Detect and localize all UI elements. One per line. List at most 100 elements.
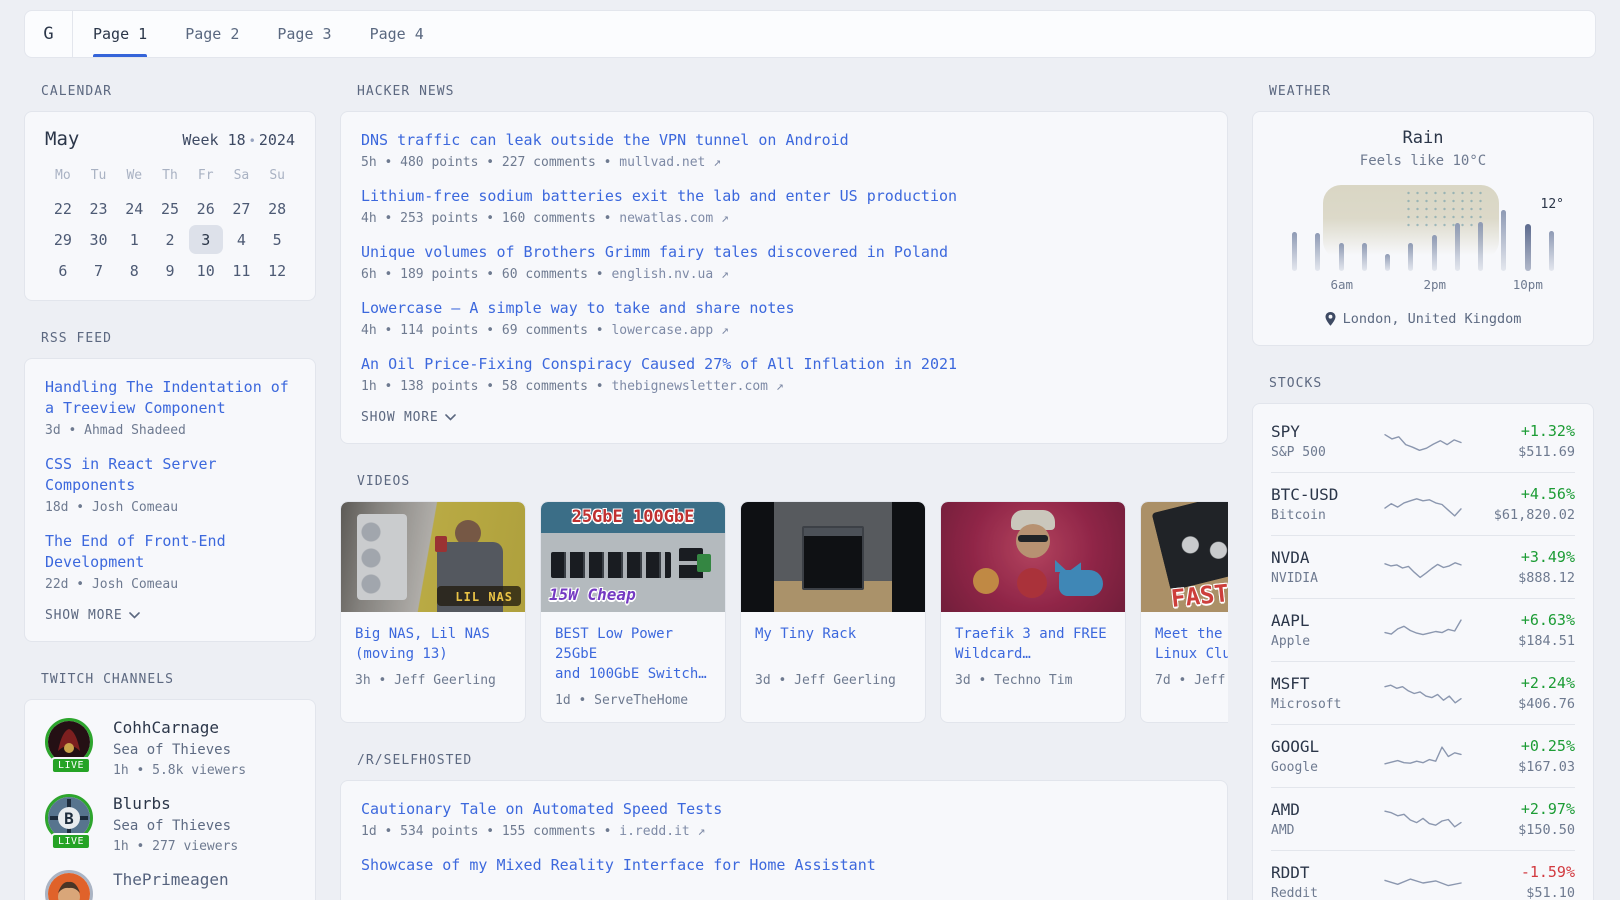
weather-bars — [1292, 185, 1554, 271]
tab-page-1[interactable]: Page 1 — [93, 11, 147, 57]
stock-row[interactable]: AMD AMD +2.97% $150.50 — [1271, 787, 1575, 850]
hn-item-title[interactable]: DNS traffic can leak outside the VPN tun… — [361, 130, 1207, 151]
twitch-channel-row[interactable]: LIVE CohhCarnage Sea of Thieves 1h • 5.8… — [45, 718, 295, 778]
stock-change: +2.97% — [1465, 800, 1575, 818]
videos-section-label: VIDEOS — [340, 474, 1228, 489]
stock-name: NVIDIA — [1271, 571, 1381, 586]
stock-row[interactable]: BTC-USDBitcoin +4.56%$61,820.02 — [1271, 472, 1575, 535]
video-title[interactable]: Meet the Linux Clu — [1155, 624, 1228, 664]
reddit-item-title[interactable]: Showcase of my Mixed Reality Interface f… — [361, 855, 1207, 876]
twitch-section-label: TWITCH CHANNELS — [24, 672, 316, 687]
twitch-channel-info: ThePrimeagen — [113, 870, 229, 900]
rss-item-title[interactable]: CSS in React Server Components — [45, 454, 295, 496]
twitch-channel-meta: 1h • 5.8k viewers — [113, 763, 246, 778]
hn-item-domain-link[interactable]: english.nv.ua ↗ — [611, 267, 728, 282]
twitch-channel-name[interactable]: CohhCarnage — [113, 718, 246, 737]
stock-price: $511.69 — [1465, 444, 1575, 460]
stock-name: Microsoft — [1271, 697, 1381, 712]
video-thumbnail[interactable] — [741, 502, 925, 612]
hn-show-more-button[interactable]: SHOW MORE — [361, 410, 1207, 425]
video-title[interactable]: Traefik 3 and FREE Wildcard… — [955, 624, 1111, 664]
weather-bar — [1549, 231, 1554, 271]
stock-symbol: NVDA — [1271, 548, 1381, 567]
hn-item-domain-link[interactable]: lowercase.app ↗ — [611, 323, 728, 338]
calendar-day: 10 — [188, 255, 224, 286]
video-title[interactable]: Big NAS, Lil NAS (moving 13) — [355, 624, 511, 664]
docker-whale-shape — [1059, 570, 1103, 596]
reddit-item: Showcase of my Mixed Reality Interface f… — [361, 855, 1207, 876]
stock-price: $184.51 — [1465, 633, 1575, 649]
live-badge: LIVE — [51, 833, 91, 850]
twitch-channel-row[interactable]: ThePrimeagen — [45, 870, 295, 900]
rss-widget: RSS FEED Handling The Indentation of a T… — [24, 331, 316, 642]
stock-row[interactable]: AAPLApple +6.63%$184.51 — [1271, 598, 1575, 661]
video-title[interactable]: My Tiny Rack — [755, 624, 911, 664]
reddit-item-meta: 1d • 534 points • 155 comments • i.redd.… — [361, 824, 1207, 839]
calendar-widget: CALENDAR May Week 18•2024 MoTuWeThFrSaSu… — [24, 84, 316, 301]
stock-symbol: AAPL — [1271, 611, 1381, 630]
weather-bar — [1455, 223, 1460, 271]
top-nav: G Page 1 Page 2 Page 3 Page 4 — [24, 10, 1596, 58]
stock-change: +2.24% — [1465, 674, 1575, 692]
hn-item: Lowercase – A simple way to take and sha… — [361, 298, 1207, 338]
video-thumbnail[interactable]: FAST — [1141, 502, 1228, 612]
hn-item-title[interactable]: Lowercase – A simple way to take and sha… — [361, 298, 1207, 319]
rss-show-more-button[interactable]: SHOW MORE — [45, 608, 295, 623]
twitch-channel-row[interactable]: B LIVE Blurbs Sea of Thieves 1h • 277 vi… — [45, 794, 295, 854]
hn-item-title[interactable]: An Oil Price-Fixing Conspiracy Caused 27… — [361, 354, 1207, 375]
stock-row[interactable]: MSFTMicrosoft +2.24%$406.76 — [1271, 661, 1575, 724]
stock-name: Google — [1271, 760, 1381, 775]
hn-item-domain-link[interactable]: thebignewsletter.com ↗ — [611, 379, 783, 394]
stock-row[interactable]: GOOGLGoogle +0.25%$167.03 — [1271, 724, 1575, 787]
calendar-day-header: Fr — [188, 160, 224, 193]
twitch-channel-name[interactable]: ThePrimeagen — [113, 870, 229, 889]
calendar-day: 12 — [259, 255, 295, 286]
stock-name: AMD — [1271, 823, 1381, 838]
calendar-day: 11 — [224, 255, 260, 286]
video-thumbnail[interactable] — [941, 502, 1125, 612]
middle-column: HACKER NEWS DNS traffic can leak outside… — [340, 84, 1228, 900]
twitch-channel-game: Sea of Thieves — [113, 818, 238, 834]
rss-item-title[interactable]: Handling The Indentation of a Treeview C… — [45, 377, 295, 419]
tab-page-2[interactable]: Page 2 — [185, 11, 239, 57]
hn-item-title[interactable]: Unique volumes of Brothers Grimm fairy t… — [361, 242, 1207, 263]
time-tick: 6am — [1330, 277, 1353, 292]
current-temp-label: 12° — [1541, 197, 1564, 212]
twitch-channel-game: Sea of Thieves — [113, 742, 246, 758]
calendar-day-header: Su — [259, 160, 295, 193]
calendar-selected-day: 3 — [188, 224, 224, 255]
video-title[interactable]: BEST Low Power 25GbE and 100GbE Switch… — [555, 624, 711, 684]
stock-price: $150.50 — [1465, 822, 1575, 838]
rss-item-meta: 22d • Josh Comeau — [45, 577, 295, 592]
reddit-widget: /R/SELFHOSTED Cautionary Tale on Automat… — [340, 753, 1228, 900]
hn-item-meta: 6h • 189 points • 60 comments • english.… — [361, 267, 1207, 282]
video-card: 25GbE 100GbE 15W Cheap BEST Low Power 25… — [540, 501, 726, 723]
hn-item-domain-link[interactable]: newatlas.com ↗ — [619, 211, 729, 226]
hn-item-domain-link[interactable]: mullvad.net ↗ — [619, 155, 721, 170]
reddit-item-title[interactable]: Cautionary Tale on Automated Speed Tests — [361, 799, 1207, 820]
app-logo[interactable]: G — [25, 11, 73, 57]
hn-item-meta: 4h • 114 points • 69 comments • lowercas… — [361, 323, 1207, 338]
hackernews-card: DNS traffic can leak outside the VPN tun… — [340, 111, 1228, 444]
hn-item-title[interactable]: Lithium-free sodium batteries exit the l… — [361, 186, 1207, 207]
hn-item: An Oil Price-Fixing Conspiracy Caused 27… — [361, 354, 1207, 394]
weather-hourly-chart: 12° — [1292, 185, 1554, 271]
stock-symbol: AMD — [1271, 800, 1381, 819]
twitch-channel-name[interactable]: Blurbs — [113, 794, 238, 813]
video-thumbnail[interactable]: 25GbE 100GbE 15W Cheap — [541, 502, 725, 612]
stock-row[interactable]: NVDANVIDIA +3.49%$888.12 — [1271, 535, 1575, 598]
reddit-item-domain-link[interactable]: i.redd.it ↗ — [619, 824, 705, 839]
stock-row[interactable]: SPYS&P 500 +1.32%$511.69 — [1271, 410, 1575, 472]
weather-bar-current — [1525, 224, 1531, 271]
video-byline: 7d • Jeff — [1155, 673, 1228, 688]
stocks-card: SPYS&P 500 +1.32%$511.69 BTC-USDBitcoin … — [1252, 403, 1594, 900]
tab-page-3[interactable]: Page 3 — [277, 11, 331, 57]
rss-item-meta: 3d • Ahmad Shadeed — [45, 423, 295, 438]
stock-row[interactable]: RDDTReddit -1.59%$51.10 — [1271, 850, 1575, 900]
video-thumbnail[interactable]: LIL NAS — [341, 502, 525, 612]
tab-page-4[interactable]: Page 4 — [370, 11, 424, 57]
calendar-day: 4 — [224, 224, 260, 255]
rss-item-title[interactable]: The End of Front-End Development — [45, 531, 295, 573]
video-row: LIL NAS Big NAS, Lil NAS (moving 13) 3h … — [340, 501, 1228, 723]
calendar-day-header: Th — [152, 160, 188, 193]
